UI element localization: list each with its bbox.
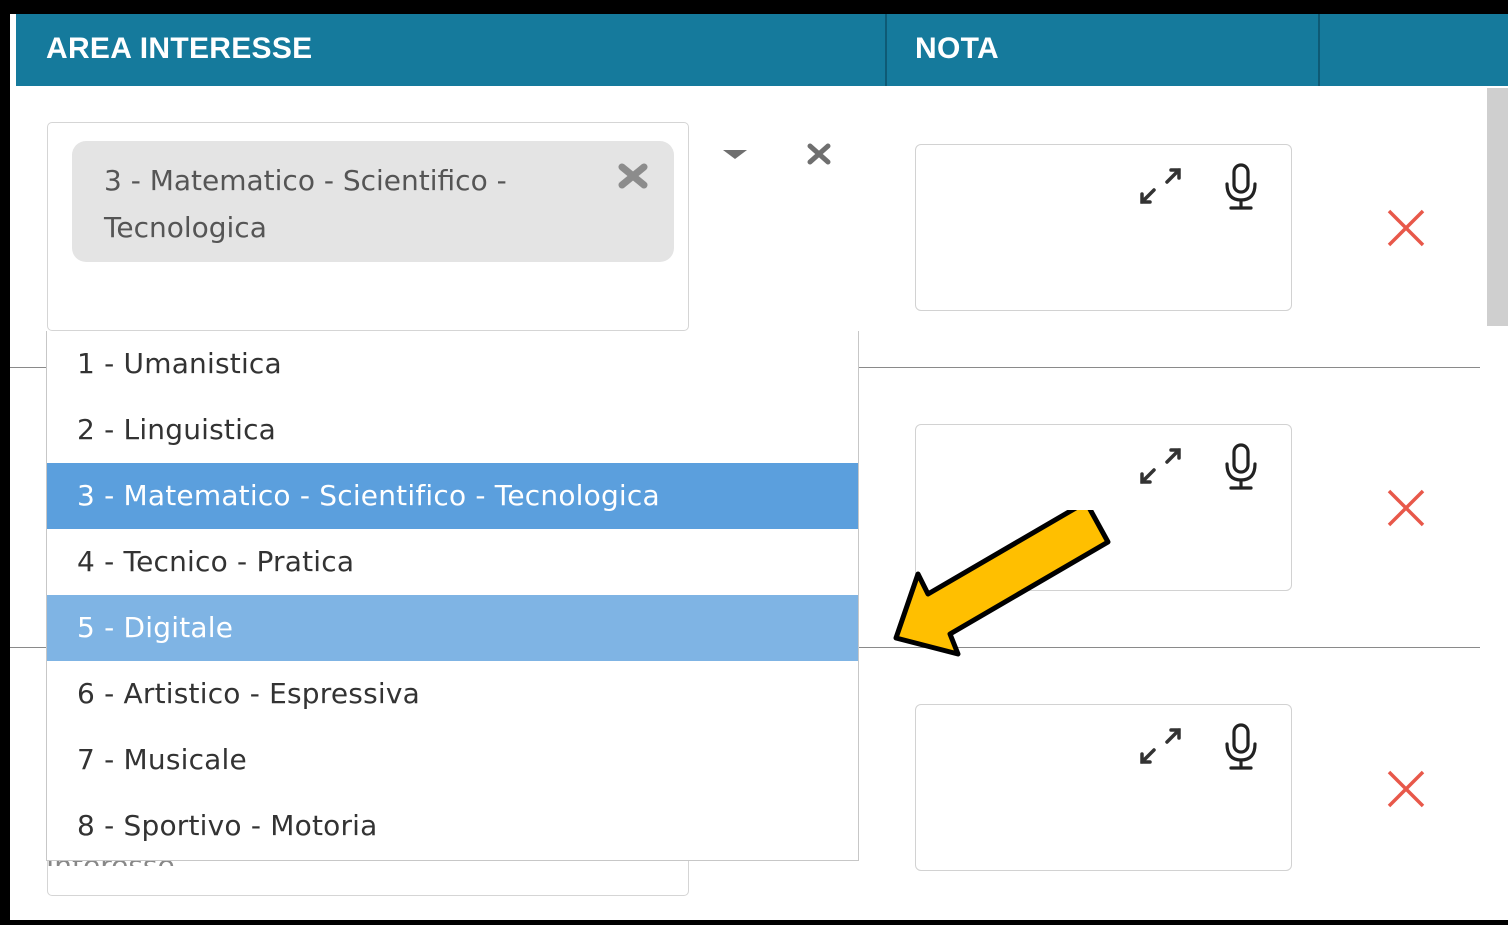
close-icon[interactable]	[1384, 767, 1428, 811]
close-icon[interactable]	[804, 139, 834, 169]
close-icon[interactable]	[1384, 486, 1428, 530]
caret-down-icon[interactable]	[723, 150, 747, 159]
microphone-icon[interactable]	[1222, 161, 1260, 213]
annotation-arrow-icon	[893, 510, 1111, 657]
column-header-area-interesse[interactable]: AREA INTERESSE	[46, 14, 312, 86]
dropdown-option[interactable]: 2 - Linguistica	[47, 397, 858, 463]
dropdown-option[interactable]: 1 - Umanistica	[47, 331, 858, 397]
column-divider	[1318, 14, 1320, 86]
dropdown-option-selected[interactable]: 3 - Matematico - Scientifico - Tecnologi…	[47, 463, 858, 529]
table-header: AREA INTERESSE NOTA	[16, 14, 1508, 86]
selected-chip: 3 - Matematico - Scientifico - Tecnologi…	[72, 141, 674, 262]
dropdown-option[interactable]: 4 - Tecnico - Pratica	[47, 529, 858, 595]
column-divider	[885, 14, 887, 86]
expand-icon[interactable]	[1130, 722, 1190, 770]
dropdown-list: 1 - Umanistica 2 - Linguistica 3 - Matem…	[46, 331, 859, 861]
dropdown-option-highlighted[interactable]: 5 - Digitale	[47, 595, 858, 661]
expand-icon[interactable]	[1130, 162, 1190, 210]
selected-chip-label: 3 - Matematico - Scientifico - Tecnologi…	[104, 164, 507, 244]
column-header-nota[interactable]: NOTA	[915, 14, 999, 86]
close-icon[interactable]	[613, 156, 653, 196]
table-panel: AREA INTERESSE NOTA 3 - Matematico - Sci…	[10, 14, 1508, 920]
expand-icon[interactable]	[1130, 442, 1190, 490]
microphone-icon[interactable]	[1222, 441, 1260, 493]
dropdown-option[interactable]: 8 - Sportivo - Motoria	[47, 793, 858, 859]
microphone-icon[interactable]	[1222, 721, 1260, 773]
close-icon[interactable]	[1384, 206, 1428, 250]
scrollbar-thumb[interactable]	[1487, 88, 1508, 326]
dropdown-option[interactable]: 7 - Musicale	[47, 727, 858, 793]
dropdown-option[interactable]: 6 - Artistico - Espressiva	[47, 661, 858, 727]
